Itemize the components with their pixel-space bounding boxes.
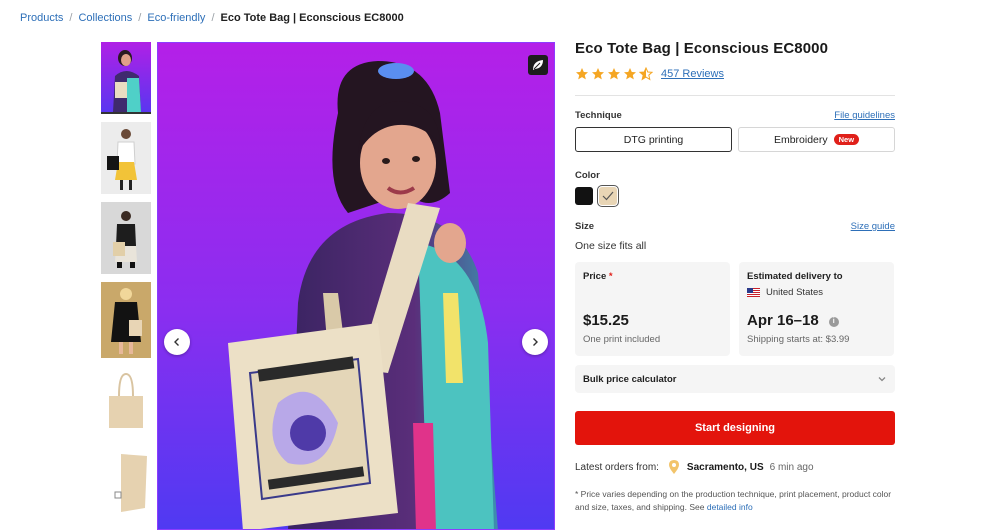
new-badge: New — [833, 134, 860, 145]
breadcrumb-current: Eco Tote Bag | Econscious EC8000 — [220, 12, 404, 24]
info-cards: Price * $15.25 One print included Estima… — [575, 262, 895, 356]
eco-leaf-icon — [528, 55, 548, 75]
star-icon — [576, 68, 588, 80]
detailed-info-link[interactable]: detailed info — [707, 502, 753, 512]
technique-option-label: DTG printing — [623, 133, 684, 146]
technique-header: Technique File guidelines — [575, 110, 895, 121]
cta-label: Start designing — [694, 422, 776, 434]
main-product-image — [157, 42, 555, 530]
technique-option-dtg[interactable]: DTG printing — [575, 127, 732, 152]
reviews-link[interactable]: 457 Reviews — [661, 68, 724, 80]
delivery-card: Estimated delivery to United States Apr … — [739, 262, 894, 356]
breadcrumb-link-products[interactable]: Products — [20, 12, 63, 24]
thumbnail-6[interactable] — [101, 446, 151, 518]
breadcrumb-separator: / — [69, 12, 73, 24]
delivery-dates: Apr 16–18 i — [747, 312, 839, 329]
bulk-label: Bulk price calculator — [583, 373, 677, 385]
location-pin-icon — [668, 460, 679, 474]
chevron-right-icon[interactable] — [522, 329, 548, 355]
bulk-price-calculator[interactable]: Bulk price calculator — [575, 365, 895, 393]
price-card: Price * $15.25 One print included — [575, 262, 730, 356]
breadcrumb-link-eco-friendly[interactable]: Eco-friendly — [147, 12, 205, 24]
technique-label: Technique — [575, 110, 622, 121]
file-guidelines-link[interactable]: File guidelines — [834, 110, 895, 121]
breadcrumb: Products / Collections / Eco-friendly / … — [20, 12, 404, 24]
breadcrumb-separator: / — [211, 12, 215, 24]
latest-orders-label: Latest orders from: — [575, 461, 659, 473]
price-amount: $15.25 — [583, 312, 629, 329]
delivery-country-name: United States — [766, 287, 824, 298]
chevron-left-icon[interactable] — [164, 329, 190, 355]
size-label: Size — [575, 221, 595, 232]
technique-options: DTG printing Embroidery New — [575, 127, 895, 152]
color-swatch-natural[interactable] — [597, 185, 619, 207]
product-title: Eco Tote Bag | Econscious EC8000 — [575, 40, 829, 57]
size-guide-link[interactable]: Size guide — [851, 221, 895, 232]
thumbnail-4[interactable] — [101, 282, 151, 358]
latest-orders: Latest orders from: Sacramento, US 6 min… — [575, 460, 895, 474]
order-time: 6 min ago — [769, 461, 814, 473]
color-label: Color — [575, 170, 600, 181]
star-half-icon — [639, 67, 653, 81]
order-city: Sacramento, US — [686, 461, 764, 473]
delivery-country[interactable]: United States — [747, 287, 886, 298]
shipping-note: Shipping starts at: $3.99 — [747, 334, 850, 345]
start-designing-button[interactable]: Start designing — [575, 411, 895, 445]
price-note: One print included — [583, 334, 661, 345]
rating-row: 457 Reviews — [575, 67, 895, 81]
thumbnail-5[interactable] — [101, 366, 151, 438]
thumbnail-3[interactable] — [101, 202, 151, 274]
star-icon — [624, 68, 636, 80]
thumbnail-1[interactable] — [101, 42, 151, 114]
required-mark: * — [608, 271, 613, 282]
delivery-dates-text: Apr 16–18 — [747, 312, 819, 329]
star-icon — [592, 68, 604, 80]
breadcrumb-link-collections[interactable]: Collections — [78, 12, 132, 24]
technique-option-label: Embroidery — [773, 133, 828, 146]
price-label-text: Price — [583, 271, 607, 282]
product-details-panel: Eco Tote Bag | Econscious EC8000 457 Rev… — [575, 40, 895, 514]
star-icon — [608, 68, 620, 80]
price-label: Price * — [583, 271, 722, 282]
thumbnail-2[interactable] — [101, 122, 151, 194]
color-header: Color — [575, 170, 895, 181]
size-value: One size fits all — [575, 240, 647, 252]
chevron-down-icon — [878, 377, 886, 382]
color-swatches — [575, 185, 895, 207]
checkmark-icon — [602, 191, 614, 201]
breadcrumb-separator: / — [138, 12, 142, 24]
price-footnote: * Price varies depending on the producti… — [575, 488, 893, 514]
technique-option-embroidery[interactable]: Embroidery New — [738, 127, 895, 152]
star-rating — [575, 67, 653, 81]
divider — [575, 95, 895, 96]
size-header: Size Size guide — [575, 221, 895, 232]
color-swatch-black[interactable] — [575, 187, 593, 205]
us-flag-icon — [747, 288, 760, 297]
info-icon[interactable]: i — [828, 316, 839, 327]
delivery-label: Estimated delivery to — [747, 271, 843, 282]
